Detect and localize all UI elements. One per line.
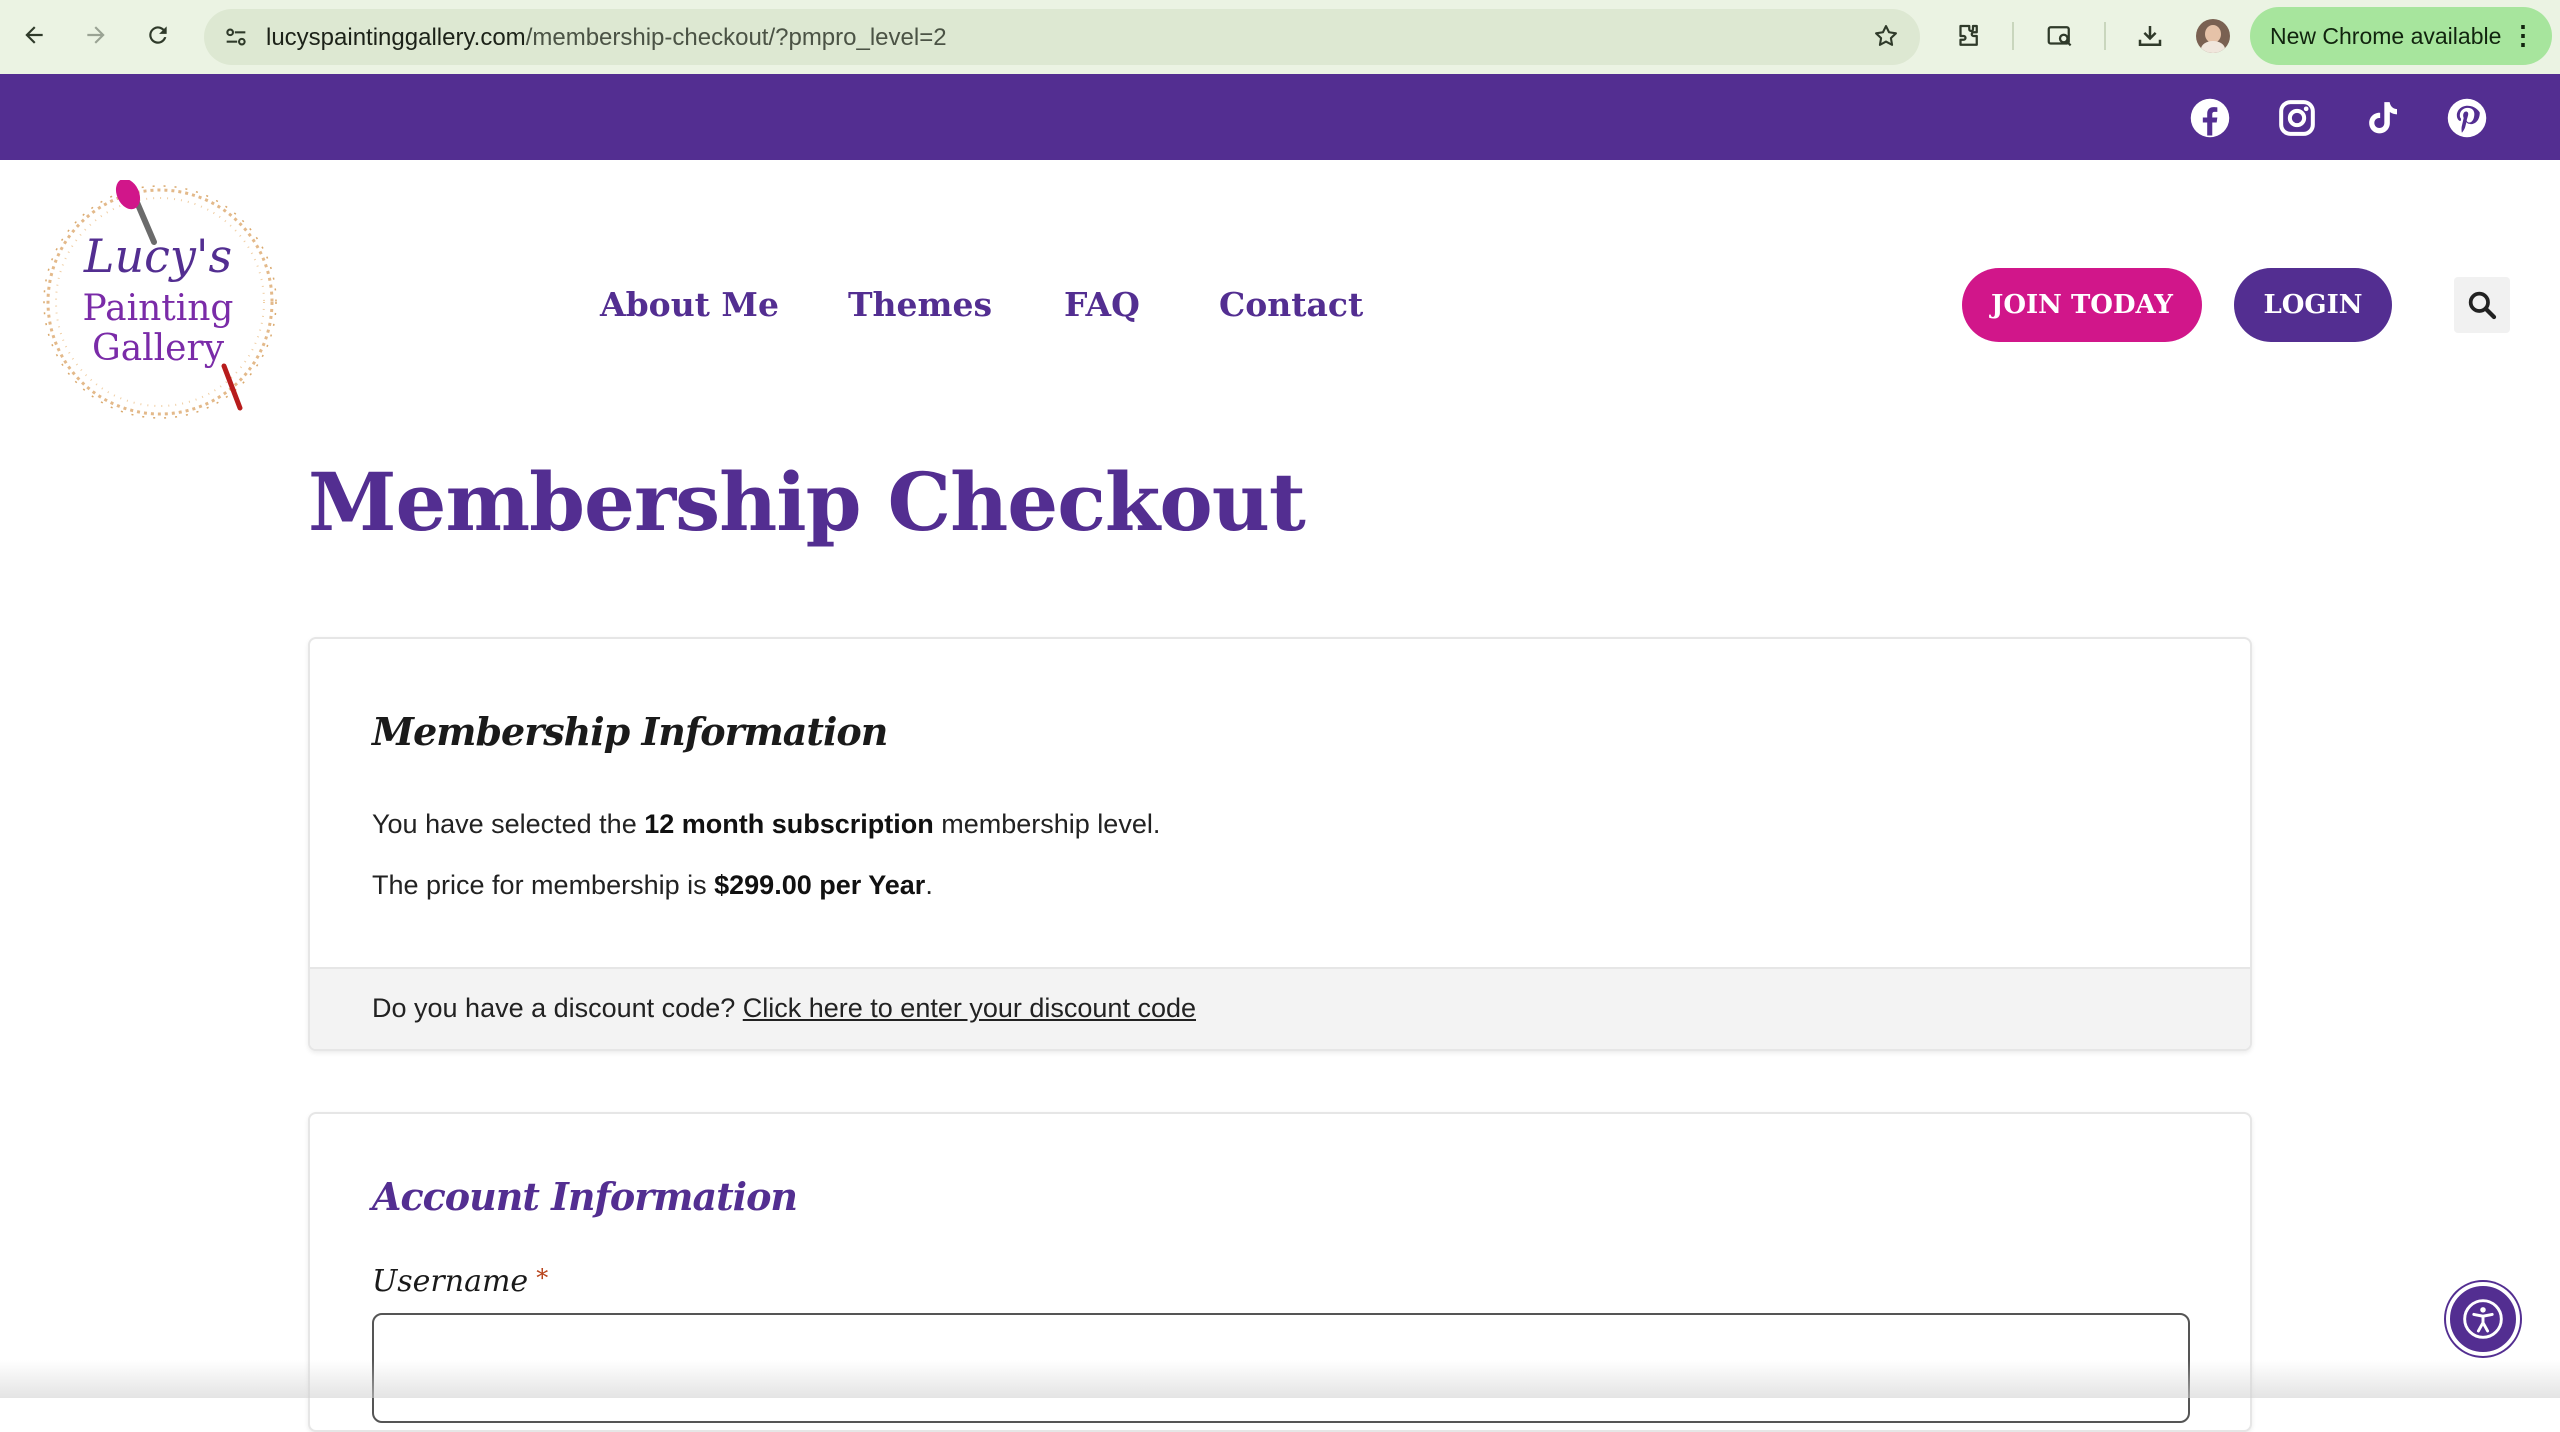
nav-themes[interactable]: Themes bbox=[848, 285, 992, 324]
discount-question: Do you have a discount code? Click here … bbox=[372, 993, 1196, 1023]
logo-text-painting: Painting bbox=[83, 288, 234, 329]
enter-discount-code-link[interactable]: Click here to enter your discount code bbox=[743, 993, 1196, 1023]
page-title: Membership Checkout bbox=[308, 455, 1306, 549]
star-icon[interactable] bbox=[1872, 22, 1900, 55]
search-button[interactable] bbox=[2454, 277, 2510, 333]
logo-text-lucys: Lucy's bbox=[83, 229, 232, 283]
extensions-icon[interactable] bbox=[1950, 18, 1986, 54]
bottom-fade bbox=[0, 1360, 2560, 1398]
instagram-icon[interactable] bbox=[2275, 96, 2319, 140]
login-button[interactable]: LOGIN bbox=[2234, 268, 2392, 342]
site-logo[interactable]: Lucy's Painting Gallery bbox=[38, 178, 282, 420]
account-information-heading: Account Information bbox=[372, 1174, 798, 1219]
back-icon[interactable] bbox=[16, 17, 52, 53]
accessibility-icon bbox=[2463, 1299, 2503, 1339]
address-bar[interactable]: lucyspaintinggallery.com/membership-chec… bbox=[204, 9, 1920, 65]
update-chip-label: New Chrome available bbox=[2270, 22, 2502, 49]
nav-faq[interactable]: FAQ bbox=[1064, 285, 1140, 324]
browser-toolbar: lucyspaintinggallery.com/membership-chec… bbox=[0, 0, 2560, 74]
pinterest-icon[interactable] bbox=[2445, 96, 2489, 140]
level-name: 12 month subscription bbox=[644, 809, 934, 839]
site-info-icon[interactable] bbox=[222, 23, 250, 56]
username-label: Username * bbox=[372, 1264, 549, 1299]
toolbar-separator bbox=[2012, 22, 2014, 50]
membership-information-card: Membership Information You have selected… bbox=[308, 637, 2252, 1051]
profile-avatar[interactable] bbox=[2196, 19, 2230, 53]
required-marker: * bbox=[536, 1264, 549, 1292]
forward-icon[interactable] bbox=[78, 17, 114, 53]
selected-level-text: You have selected the 12 month subscript… bbox=[372, 809, 1161, 839]
nav-contact[interactable]: Contact bbox=[1219, 285, 1363, 324]
more-menu-icon[interactable]: ⋮ bbox=[2510, 22, 2536, 48]
new-chrome-available-button[interactable]: New Chrome available ⋮ bbox=[2250, 7, 2552, 65]
download-icon[interactable] bbox=[2132, 18, 2168, 54]
tab-search-icon[interactable] bbox=[2042, 18, 2078, 54]
facebook-icon[interactable] bbox=[2188, 96, 2232, 140]
price-text: The price for membership is $299.00 per … bbox=[372, 870, 933, 900]
join-today-button[interactable]: JOIN TODAY bbox=[1962, 268, 2202, 342]
accessibility-button[interactable] bbox=[2446, 1282, 2520, 1356]
tiktok-icon[interactable] bbox=[2360, 96, 2404, 140]
search-icon bbox=[2468, 291, 2497, 320]
logo-text-gallery: Gallery bbox=[92, 328, 225, 369]
discount-code-row: Do you have a discount code? Click here … bbox=[310, 967, 2250, 1049]
social-bar bbox=[0, 74, 2560, 160]
reload-icon[interactable] bbox=[140, 17, 176, 53]
nav-about-me[interactable]: About Me bbox=[600, 285, 779, 324]
membership-information-heading: Membership Information bbox=[372, 709, 888, 754]
url-text: lucyspaintinggallery.com/membership-chec… bbox=[266, 24, 947, 51]
toolbar-separator bbox=[2104, 22, 2106, 50]
price-value: $299.00 per Year bbox=[714, 870, 926, 900]
